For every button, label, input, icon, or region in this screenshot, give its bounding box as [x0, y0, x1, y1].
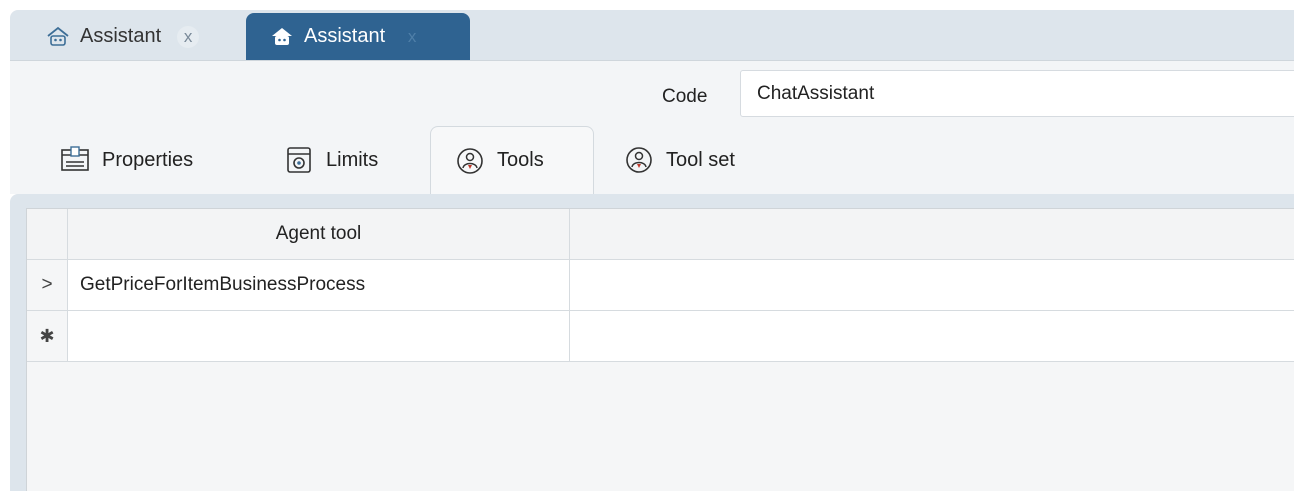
close-icon[interactable]: x — [401, 26, 423, 48]
tab-tool-set[interactable]: Tool set — [624, 126, 735, 194]
row-indicator-header — [27, 209, 68, 259]
home-robot-icon — [270, 25, 294, 49]
agent-tool-cell[interactable]: GetPriceForItemBusinessProcess — [68, 260, 570, 310]
document-tab-label: Assistant — [80, 25, 162, 47]
home-robot-icon — [46, 25, 70, 49]
code-input[interactable] — [740, 70, 1294, 117]
agent-tools-grid: Agent tool > GetPriceForItemBusinessProc… — [26, 208, 1294, 491]
tools-panel: Agent tool > GetPriceForItemBusinessProc… — [10, 194, 1294, 491]
properties-icon — [60, 145, 90, 175]
section-tabs: Properties Limits Tools Tool set — [10, 124, 1294, 194]
assistant-form: Code Properties — [10, 60, 1294, 491]
document-tab-label: Assistant — [304, 25, 386, 47]
close-icon[interactable]: x — [177, 25, 200, 48]
table-row[interactable]: > GetPriceForItemBusinessProcess — [27, 260, 1294, 311]
new-empty-cell[interactable] — [570, 311, 1294, 361]
new-agent-tool-cell[interactable] — [68, 311, 570, 361]
tab-properties-label: Properties — [102, 148, 194, 171]
document-tab-assistant-2[interactable]: Assistant x — [246, 13, 470, 60]
grid-header-row: Agent tool — [27, 209, 1294, 260]
column-header-agent-tool[interactable]: Agent tool — [68, 209, 570, 259]
document-tab-assistant-1[interactable]: Assistant x — [36, 13, 236, 60]
tab-properties[interactable]: Properties — [60, 126, 193, 194]
code-bar: Code — [10, 60, 1294, 124]
new-row[interactable]: ✱ — [27, 311, 1294, 362]
tab-tools-label: Tools — [497, 149, 544, 171]
assistant-window: Assistant x Assistant x Code ChatAssista… — [0, 0, 1294, 491]
tab-limits[interactable]: Limits — [284, 126, 378, 194]
code-label: Code — [662, 86, 708, 107]
limits-icon — [284, 145, 314, 175]
tab-tool-set-label: Tool set — [666, 148, 735, 171]
column-header-empty — [570, 209, 1294, 259]
tool-set-icon — [624, 145, 654, 175]
empty-cell[interactable] — [570, 260, 1294, 310]
row-indicator[interactable]: > — [27, 260, 68, 310]
tools-icon — [455, 146, 485, 176]
tab-limits-label: Limits — [326, 148, 379, 171]
tab-tools[interactable]: Tools — [430, 126, 594, 194]
new-row-indicator[interactable]: ✱ — [27, 311, 68, 361]
document-tab-strip: Assistant x Assistant x — [10, 10, 1294, 60]
